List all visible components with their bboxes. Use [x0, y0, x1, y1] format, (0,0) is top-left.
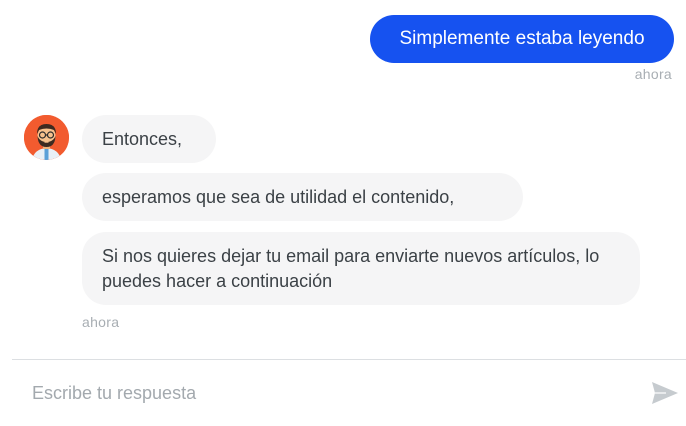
bot-message-bubble: Si nos quieres dejar tu email para envia…: [82, 232, 640, 305]
user-message-bubble: Simplemente estaba leyendo: [370, 15, 674, 63]
bot-message-bubble: esperamos que sea de utilidad el conteni…: [82, 173, 523, 221]
send-button[interactable]: [650, 380, 680, 406]
bearded-man-avatar-icon: [24, 115, 69, 160]
reply-input[interactable]: [20, 370, 654, 416]
bot-message-bubble: Entonces,: [82, 115, 216, 163]
send-icon: [652, 382, 678, 404]
chat-window: Simplemente estaba leyendo ahora Entonce…: [0, 0, 686, 426]
bot-avatar: [24, 115, 69, 160]
bot-message-timestamp: ahora: [82, 314, 120, 330]
user-message-timestamp: ahora: [634, 66, 672, 82]
composer-divider: [12, 359, 686, 360]
